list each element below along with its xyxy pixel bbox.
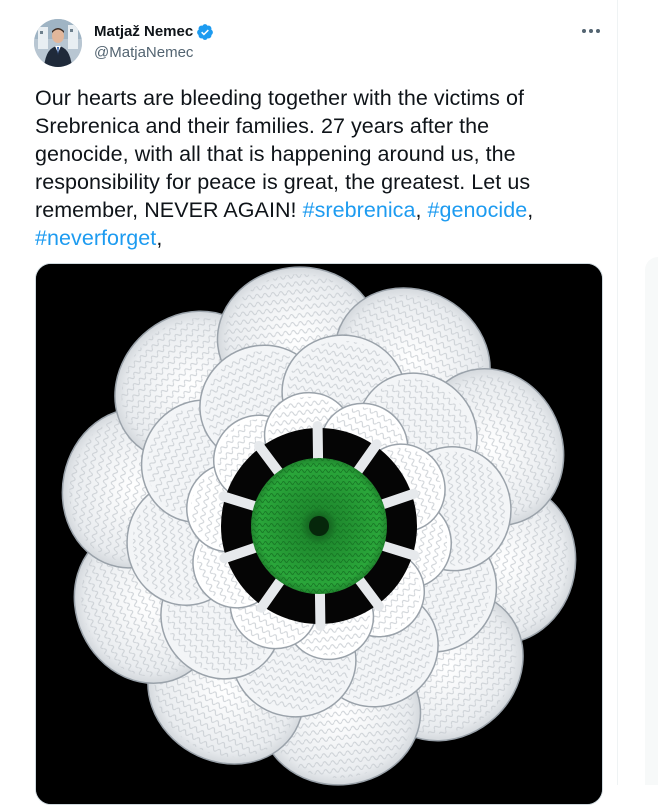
author-handle[interactable]: @MatjaNemec bbox=[94, 43, 214, 63]
separator: , bbox=[156, 226, 163, 250]
srebrenica-flower-image bbox=[36, 264, 602, 804]
sidebar-card-edge bbox=[645, 257, 658, 785]
hashtag-link[interactable]: #srebrenica bbox=[303, 198, 416, 222]
more-horizontal-icon bbox=[582, 29, 586, 33]
separator: , bbox=[415, 198, 428, 222]
more-horizontal-icon-dot bbox=[589, 29, 593, 33]
center-hole bbox=[309, 516, 329, 536]
verified-badge-icon bbox=[196, 23, 214, 41]
hashtag-link[interactable]: #genocide bbox=[428, 198, 528, 222]
hashtag-link[interactable]: #neverforget bbox=[35, 226, 156, 250]
tweet-text: Our hearts are bleeding together with th… bbox=[35, 84, 600, 252]
tweet-text-line: Our hearts are bleeding together with th… bbox=[35, 86, 524, 110]
author-name-row: Matjaž Nemec bbox=[94, 22, 214, 42]
tweet-text-line: genocide, with all that is happening aro… bbox=[35, 142, 516, 166]
tweet-text-line: responsibility for peace is great, the g… bbox=[35, 170, 531, 194]
tweet-text-line: Srebrenica and their families. 27 years … bbox=[35, 114, 490, 138]
tweet-text-line: remember, NEVER AGAIN! bbox=[35, 198, 303, 222]
separator: , bbox=[527, 198, 534, 222]
more-horizontal-icon-dot bbox=[596, 29, 600, 33]
tweet-image[interactable] bbox=[35, 263, 603, 805]
tweet-author[interactable]: Matjaž Nemec @MatjaNemec bbox=[94, 22, 214, 63]
author-display-name[interactable]: Matjaž Nemec bbox=[94, 22, 193, 42]
avatar[interactable] bbox=[34, 19, 82, 67]
column-divider bbox=[617, 0, 618, 785]
more-options-button[interactable] bbox=[578, 21, 604, 41]
tweet[interactable]: Matjaž Nemec @MatjaNemec Our hearts are … bbox=[0, 0, 617, 805]
